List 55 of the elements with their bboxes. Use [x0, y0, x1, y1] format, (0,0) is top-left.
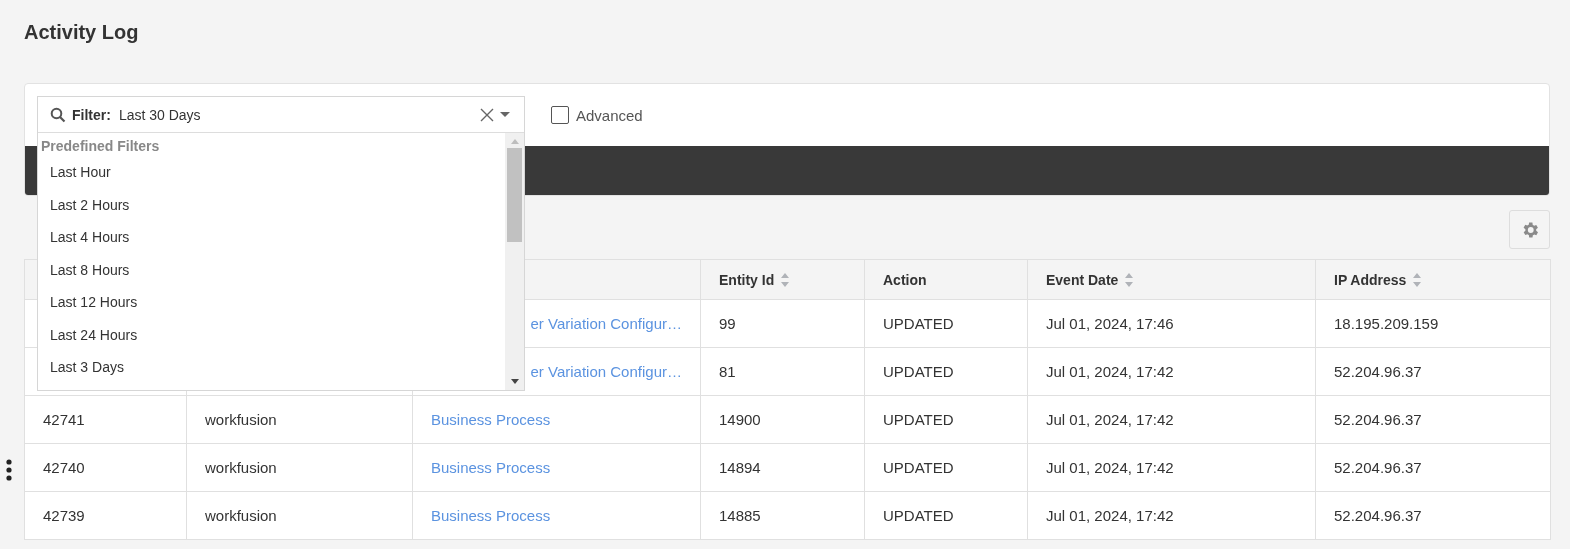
table-cell: 42740 [43, 459, 85, 476]
table-cell: Jul 01, 2024, 17:42 [1046, 459, 1174, 476]
scrollbar[interactable] [505, 133, 524, 390]
table-cell: 42741 [43, 411, 85, 428]
group-label: Predefined Filters [40, 137, 161, 156]
sort-icon[interactable] [1124, 271, 1135, 288]
filter-value: Last 30 Days [118, 106, 201, 123]
sort-icon[interactable] [1412, 271, 1423, 288]
table-cell: Jul 01, 2024, 17:42 [1046, 411, 1174, 428]
filter-option[interactable]: Last 8 Hours [38, 253, 505, 286]
table-cell: 18.195.209.159 [1334, 315, 1439, 332]
sort-icon[interactable] [780, 271, 791, 288]
table-cell: 52.204.96.37 [1334, 507, 1422, 524]
column-header[interactable]: Entity Id [719, 271, 775, 288]
filter-option[interactable]: Last Hour [38, 156, 505, 189]
table-cell: 14885 [719, 507, 761, 524]
table-cell: workfusion [205, 411, 277, 428]
table-cell: UPDATED [883, 459, 954, 476]
clear-icon[interactable] [480, 107, 494, 122]
filter-option[interactable]: Last 12 Hours [38, 286, 505, 319]
table-cell: 42739 [43, 507, 85, 524]
filter-label: Filter: [72, 106, 111, 123]
search-icon [50, 106, 66, 123]
table-cell: workfusion [205, 459, 277, 476]
caret-icon[interactable] [500, 111, 510, 118]
table-cell: workfusion [205, 507, 277, 524]
column-header[interactable]: Event Date [1046, 271, 1119, 288]
filter-option[interactable]: Last 2 Hours [38, 188, 505, 221]
scrollbar-thumb[interactable] [507, 148, 522, 242]
table-cell: Jul 01, 2024, 17:42 [1046, 363, 1174, 380]
filter-option[interactable]: Last 3 Days [38, 351, 505, 384]
advanced-checkbox[interactable]: Advanced [551, 106, 643, 124]
table-cell: 52.204.96.37 [1334, 459, 1422, 476]
scroll-up-icon[interactable] [510, 139, 519, 144]
column-header[interactable]: IP Address [1334, 271, 1407, 288]
table-cell: Jul 01, 2024, 17:46 [1046, 315, 1174, 332]
column-header: Action [883, 271, 927, 288]
table-cell: 81 [719, 363, 736, 380]
table-cell: 52.204.96.37 [1334, 363, 1422, 380]
table-cell: 99 [719, 315, 736, 332]
table-cell: UPDATED [883, 363, 954, 380]
table-cell: UPDATED [883, 507, 954, 524]
scroll-down-icon[interactable] [510, 379, 519, 384]
table-cell: Jul 01, 2024, 17:42 [1046, 507, 1174, 524]
filter-option[interactable]: Last 24 Hours [38, 318, 505, 351]
table-cell: UPDATED [883, 411, 954, 428]
page-title: Activity Log [24, 20, 140, 45]
table-cell: 52.204.96.37 [1334, 411, 1422, 428]
more-icon[interactable] [6, 459, 12, 481]
settings-button[interactable] [1509, 210, 1550, 249]
table-cell: 14894 [719, 459, 761, 476]
filter-dropdown[interactable]: Filter: Last 30 Days [38, 97, 524, 133]
table-cell: UPDATED [883, 315, 954, 332]
table-cell: 14900 [719, 411, 761, 428]
filter-option[interactable]: Last 4 Hours [38, 221, 505, 254]
